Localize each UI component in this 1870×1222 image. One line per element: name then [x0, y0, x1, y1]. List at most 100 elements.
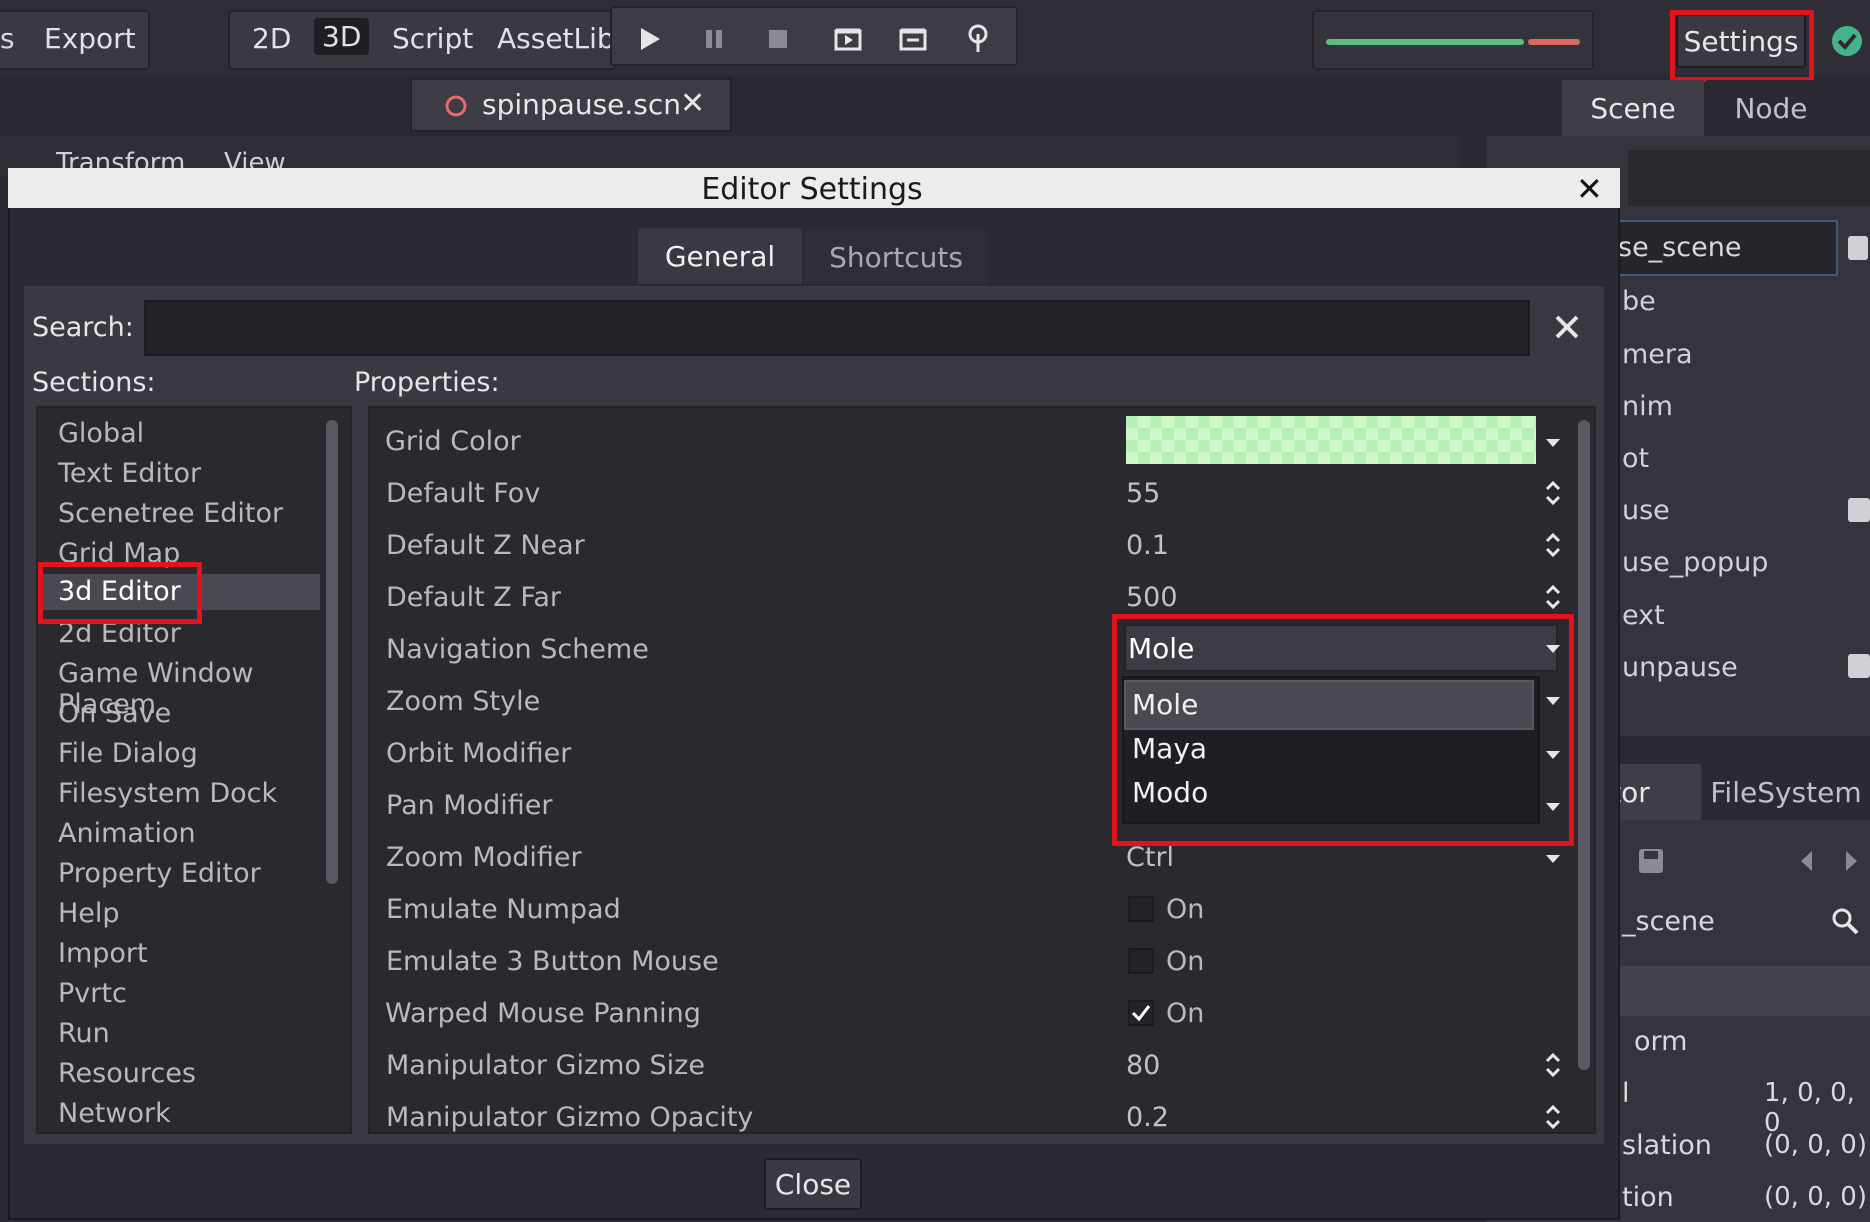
- mode-assetlib-button[interactable]: AssetLib: [497, 22, 615, 55]
- manipulator-gizmo-size-value[interactable]: 80: [1126, 1050, 1160, 1081]
- section-item-resources[interactable]: Resources: [58, 1058, 196, 1089]
- default-z-near-spinner-icon[interactable]: [1544, 530, 1562, 560]
- clear-search-icon[interactable]: [1552, 312, 1582, 342]
- inspector-row-label: slation: [1622, 1130, 1712, 1161]
- tab-filesystem[interactable]: FileSystem: [1702, 764, 1870, 820]
- inspector-row-value[interactable]: 1, 0, 0, 0: [1764, 1078, 1870, 1138]
- default-z-far-spinner-icon[interactable]: [1544, 582, 1562, 612]
- warped-mouse-panning-checkbox[interactable]: [1128, 1000, 1154, 1026]
- grid-color-swatch[interactable]: [1126, 416, 1536, 464]
- section-item-text-editor[interactable]: Text Editor: [58, 458, 201, 489]
- orbit-modifier-dropdown-icon[interactable]: [1544, 748, 1562, 762]
- navigation-scheme-dropdown-icon[interactable]: [1544, 642, 1562, 656]
- playback-toolbar: [610, 6, 1018, 66]
- tree-item[interactable]: unpause: [1622, 652, 1738, 683]
- manipulator-gizmo-opacity-value[interactable]: 0.2: [1126, 1102, 1169, 1133]
- properties-scrollbar[interactable]: [1578, 420, 1590, 1070]
- emulate-3-button-mouse-on-label: On: [1166, 946, 1205, 977]
- tree-item[interactable]: use_popup: [1622, 547, 1768, 578]
- tree-item[interactable]: nim: [1622, 391, 1673, 422]
- inspector-row-value[interactable]: (0, 0, 0): [1764, 1182, 1867, 1212]
- tree-item[interactable]: ot: [1622, 443, 1649, 474]
- section-item-animation[interactable]: Animation: [58, 818, 196, 849]
- option-maya[interactable]: Maya: [1132, 732, 1207, 765]
- section-item-property-editor[interactable]: Property Editor: [58, 858, 261, 889]
- section-item-run[interactable]: Run: [58, 1018, 110, 1049]
- search-input[interactable]: [144, 300, 1530, 356]
- scene-root-name: se_scene: [1618, 232, 1742, 263]
- stop-icon[interactable]: [761, 22, 795, 56]
- mode-3d-button[interactable]: 3D: [314, 18, 370, 55]
- tree-item[interactable]: be: [1622, 286, 1656, 317]
- warped-mouse-panning-label: Warped Mouse Panning: [385, 998, 701, 1029]
- manipulator-gizmo-opacity-label: Manipulator Gizmo Opacity: [386, 1102, 754, 1133]
- section-item-scenetree-editor[interactable]: Scenetree Editor: [58, 498, 283, 529]
- progress-bar-end: [1528, 39, 1580, 45]
- pan-modifier-dropdown-icon[interactable]: [1544, 800, 1562, 814]
- option-modo[interactable]: Modo: [1132, 776, 1208, 809]
- scene-tab-close-icon[interactable]: ✕: [680, 86, 705, 121]
- section-item-global[interactable]: Global: [58, 418, 144, 449]
- script-icon[interactable]: [1846, 234, 1870, 262]
- default-z-far-value[interactable]: 500: [1126, 582, 1178, 613]
- inspector-row-value[interactable]: (0, 0, 0): [1764, 1130, 1867, 1160]
- history-forward-icon[interactable]: [1840, 848, 1862, 874]
- save-icon[interactable]: [1636, 846, 1666, 876]
- manipulator-gizmo-opacity-spinner-icon[interactable]: [1544, 1102, 1562, 1132]
- section-item-filesystem-dock[interactable]: Filesystem Dock: [58, 778, 277, 809]
- checkmark-icon: [1131, 1005, 1151, 1022]
- play-icon[interactable]: [632, 22, 666, 56]
- section-item-2d-editor[interactable]: 2d Editor: [58, 618, 181, 649]
- tree-item[interactable]: ext: [1622, 600, 1665, 631]
- dialog-title: Editor Settings: [701, 172, 923, 207]
- section-item-grid-map[interactable]: Grid Map: [58, 538, 180, 569]
- section-item-file-dialog[interactable]: File Dialog: [58, 738, 198, 769]
- zoom-modifier-dropdown-icon[interactable]: [1544, 852, 1562, 866]
- zoom-style-dropdown-icon[interactable]: [1544, 694, 1562, 708]
- mode-2d-button[interactable]: 2D: [252, 22, 291, 55]
- section-item-on-save[interactable]: On Save: [58, 698, 171, 729]
- tab-general[interactable]: General: [638, 228, 802, 284]
- dialog-close-icon[interactable]: ✕: [1576, 170, 1603, 208]
- emulate-numpad-on-label: On: [1166, 894, 1205, 925]
- play-scene-icon[interactable]: [831, 22, 865, 56]
- section-item-pvrtc[interactable]: Pvrtc: [58, 978, 127, 1009]
- zoom-modifier-value[interactable]: Ctrl: [1126, 842, 1174, 873]
- default-fov-value[interactable]: 55: [1126, 478, 1160, 509]
- section-item-3d-editor[interactable]: 3d Editor: [42, 574, 320, 610]
- emulate-3-button-mouse-checkbox[interactable]: [1128, 948, 1154, 974]
- settings-button[interactable]: Settings: [1676, 14, 1806, 68]
- emulate-3-button-mouse-label: Emulate 3 Button Mouse: [386, 946, 719, 977]
- manipulator-gizmo-size-spinner-icon[interactable]: [1544, 1050, 1562, 1080]
- manipulator-gizmo-size-label: Manipulator Gizmo Size: [386, 1050, 705, 1081]
- tab-scene[interactable]: Scene: [1562, 80, 1704, 136]
- tree-item[interactable]: mera: [1622, 339, 1693, 370]
- default-z-near-value[interactable]: 0.1: [1126, 530, 1169, 561]
- dock-filter-bar: [1628, 150, 1870, 206]
- remote-debug-icon[interactable]: [961, 22, 995, 56]
- section-item-import[interactable]: Import: [58, 938, 148, 969]
- menu-item-partial[interactable]: s: [0, 22, 15, 55]
- navigation-scheme-value: Mole: [1128, 632, 1195, 665]
- emulate-numpad-checkbox[interactable]: [1128, 896, 1154, 922]
- tab-node[interactable]: Node: [1706, 80, 1836, 136]
- grid-color-dropdown-icon[interactable]: [1544, 436, 1562, 450]
- section-item-help[interactable]: Help: [58, 898, 120, 929]
- option-mole[interactable]: Mole: [1132, 688, 1198, 721]
- pause-icon[interactable]: [697, 22, 731, 56]
- history-back-icon[interactable]: [1796, 848, 1818, 874]
- sections-label: Sections:: [32, 367, 156, 398]
- tab-shortcuts[interactable]: Shortcuts: [804, 230, 988, 284]
- signal-connection-icon: [1848, 498, 1870, 522]
- mode-script-button[interactable]: Script: [392, 22, 473, 55]
- export-button[interactable]: Export: [44, 22, 136, 55]
- search-icon[interactable]: [1830, 906, 1860, 936]
- close-button[interactable]: Close: [764, 1158, 862, 1210]
- play-custom-scene-icon[interactable]: [896, 22, 930, 56]
- grid-color-label: Grid Color: [385, 426, 521, 457]
- zoom-modifier-label: Zoom Modifier: [386, 842, 582, 873]
- section-item-network[interactable]: Network: [58, 1098, 171, 1128]
- tree-item[interactable]: use: [1622, 495, 1670, 526]
- default-fov-spinner-icon[interactable]: [1544, 478, 1562, 508]
- inspector-object-path: _scene: [1622, 906, 1715, 937]
